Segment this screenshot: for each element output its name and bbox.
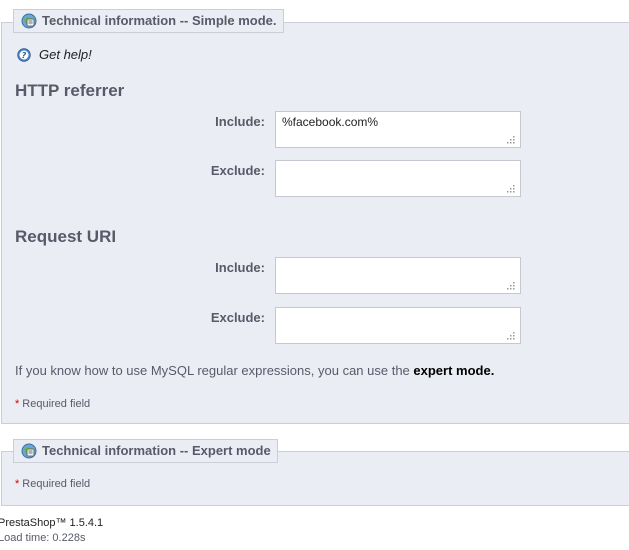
request-uri-include-field[interactable] xyxy=(275,257,521,294)
required-field-text: Required field xyxy=(22,398,91,410)
prestashop-version: PrestaShop™ 1.5.4.1 xyxy=(0,517,104,529)
http-referrer-exclude-field[interactable] xyxy=(275,160,521,197)
request-uri-title: Request URI xyxy=(15,227,117,246)
required-star: * xyxy=(15,398,20,410)
required-field-text: Required field xyxy=(22,478,91,490)
technical-info-icon xyxy=(21,13,37,29)
required-field-note: * Required field xyxy=(15,398,90,410)
http-referrer-title: HTTP referrer xyxy=(15,81,125,100)
svg-text:?: ? xyxy=(22,51,27,60)
resize-grip-icon[interactable] xyxy=(505,183,515,193)
expert-mode-legend-text: Technical information -- Expert mode xyxy=(42,443,271,458)
expert-mode-legend: Technical information -- Expert mode xyxy=(13,439,278,463)
resize-grip-icon[interactable] xyxy=(505,280,515,290)
resize-grip-icon[interactable] xyxy=(505,330,515,340)
http-referrer-include-label: Include: xyxy=(215,114,265,129)
simple-mode-legend: Technical information -- Simple mode. xyxy=(13,9,284,33)
request-uri-exclude-label: Exclude: xyxy=(210,310,265,325)
expert-mode-link[interactable]: expert mode. xyxy=(413,363,494,378)
request-uri-exclude-field[interactable] xyxy=(275,307,521,344)
required-field-note: * Required field xyxy=(15,478,90,490)
help-icon: ? xyxy=(17,48,31,62)
resize-grip-icon[interactable] xyxy=(505,134,515,144)
required-star: * xyxy=(15,478,20,490)
get-help-label[interactable]: Get help! xyxy=(39,47,92,62)
technical-info-icon xyxy=(21,443,37,459)
http-referrer-exclude-label: Exclude: xyxy=(210,163,265,178)
simple-mode-legend-text: Technical information -- Simple mode. xyxy=(42,13,277,28)
request-uri-include-label: Include: xyxy=(215,260,265,275)
http-referrer-include-field[interactable] xyxy=(275,111,521,148)
load-time: Load time: 0.228s xyxy=(0,532,86,544)
expert-mode-hint-text: If you know how to use MySQL regular exp… xyxy=(15,363,410,378)
expert-mode-hint: If you know how to use MySQL regular exp… xyxy=(15,363,494,378)
